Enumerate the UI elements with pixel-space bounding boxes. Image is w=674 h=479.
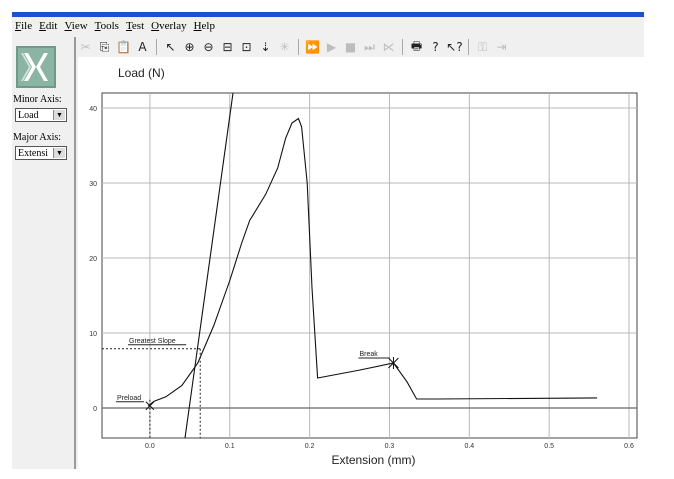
fast-forward-icon[interactable]: ⏩ bbox=[304, 39, 321, 56]
context-help-icon[interactable]: ↖? bbox=[446, 39, 463, 56]
menu-overlay[interactable]: Overlay bbox=[148, 20, 190, 32]
major-axis-value: Extensi bbox=[18, 147, 48, 159]
zoom-in-icon[interactable]: ⊕ bbox=[181, 39, 198, 56]
y-tick-label: 10 bbox=[89, 331, 97, 338]
y-tick-label: 30 bbox=[89, 181, 97, 188]
toolbar: ✂ ⎘ 📋 A ↖ ⊕ ⊖ ⊟ ⊡ ⇣ ✳ ⏩ ▶ ■ ⏭ ⋉ 🖶? ↖? ⚿ ⇥ bbox=[77, 37, 644, 57]
y-tick-label: 40 bbox=[89, 106, 97, 113]
y-tick-label: 20 bbox=[89, 256, 97, 263]
major-axis-label: Major Axis: bbox=[13, 132, 62, 143]
menu-test[interactable]: Test bbox=[123, 20, 148, 32]
app-logo bbox=[16, 46, 56, 88]
minor-axis-select[interactable]: Load ▼ bbox=[15, 108, 67, 122]
panel-divider[interactable] bbox=[74, 37, 76, 469]
preload-label: Preload bbox=[117, 395, 141, 402]
lock-icon[interactable]: ⚿ bbox=[474, 39, 491, 56]
chevron-down-icon[interactable]: ▼ bbox=[53, 148, 65, 158]
copy-icon[interactable]: ⎘ bbox=[96, 39, 113, 56]
x-tick-label: 0.5 bbox=[544, 443, 554, 450]
sidebar: Minor Axis: Load ▼ Major Axis: Extensi ▼ bbox=[12, 37, 74, 469]
major-axis-select[interactable]: Extensi ▼ bbox=[15, 146, 67, 160]
plot-frame bbox=[101, 92, 638, 439]
menu-view[interactable]: View bbox=[61, 20, 91, 32]
toolbar-separator bbox=[156, 39, 157, 55]
break-label: Break bbox=[359, 351, 378, 358]
minor-axis-value: Load bbox=[18, 109, 39, 121]
pointer-icon[interactable]: ↖ bbox=[162, 39, 179, 56]
cut-icon[interactable]: ✂ bbox=[77, 39, 94, 56]
skip-icon[interactable]: ⏭ bbox=[361, 39, 378, 56]
app-window: File Edit View Tools Test Overlay Help ✂ ⎘ 📋 A ↖ ⊕ ⊖… bbox=[12, 17, 644, 469]
x-tick-label: 0.6 bbox=[624, 443, 634, 450]
help-icon[interactable]: ? bbox=[427, 39, 444, 56]
x-tick-label: 0.0 bbox=[145, 443, 155, 450]
asterisk-icon[interactable]: ✳ bbox=[276, 39, 293, 56]
greatest-slope-label: Greatest Slope bbox=[129, 338, 176, 345]
stop-icon[interactable]: ■ bbox=[342, 39, 359, 56]
print-icon[interactable]: 🖶 bbox=[408, 39, 425, 56]
menu-file[interactable]: File bbox=[12, 20, 36, 32]
menu-help[interactable]: Help bbox=[191, 20, 219, 32]
zoom-fit-icon[interactable]: ⊡ bbox=[238, 39, 255, 56]
menu-edit[interactable]: Edit bbox=[36, 20, 61, 32]
plot-panel: 0.0 0.1 0.2 0.3 0.4 0.5 0.6 0 10 20 30 40 Load (N) Ex… bbox=[78, 57, 644, 469]
play-icon[interactable]: ▶ bbox=[323, 39, 340, 56]
toolbar-separator bbox=[402, 39, 403, 55]
minor-axis-label: Minor Axis: bbox=[13, 94, 62, 105]
x-tick-label: 0.4 bbox=[464, 443, 474, 450]
x-tick-label: 0.1 bbox=[225, 443, 235, 450]
x-tick-label: 0.3 bbox=[385, 443, 395, 450]
y-tick-label: 0 bbox=[93, 406, 97, 413]
toolbar-separator bbox=[468, 39, 469, 55]
y-axis-title: Load (N) bbox=[118, 66, 165, 80]
zoom-out-icon[interactable]: ⊖ bbox=[200, 39, 217, 56]
zoom-box-icon[interactable]: ⊟ bbox=[219, 39, 236, 56]
marker-icon[interactable]: ⇣ bbox=[257, 39, 274, 56]
x-tick-label: 0.2 bbox=[305, 443, 315, 450]
text-tool-icon[interactable]: A bbox=[134, 39, 151, 56]
paste-icon[interactable]: 📋 bbox=[115, 39, 132, 56]
menu-tools[interactable]: Tools bbox=[92, 20, 123, 32]
x-axis-title: Extension (mm) bbox=[331, 453, 415, 467]
toolbar-separator bbox=[298, 39, 299, 55]
chevron-down-icon[interactable]: ▼ bbox=[53, 110, 65, 120]
reset-icon[interactable]: ⋉ bbox=[380, 39, 397, 56]
load-extension-chart[interactable]: 0.0 0.1 0.2 0.3 0.4 0.5 0.6 0 10 20 30 40 Load (N) Ex… bbox=[78, 57, 644, 469]
menu-bar: File Edit View Tools Test Overlay Help bbox=[12, 17, 644, 35]
exit-icon[interactable]: ⇥ bbox=[493, 39, 510, 56]
